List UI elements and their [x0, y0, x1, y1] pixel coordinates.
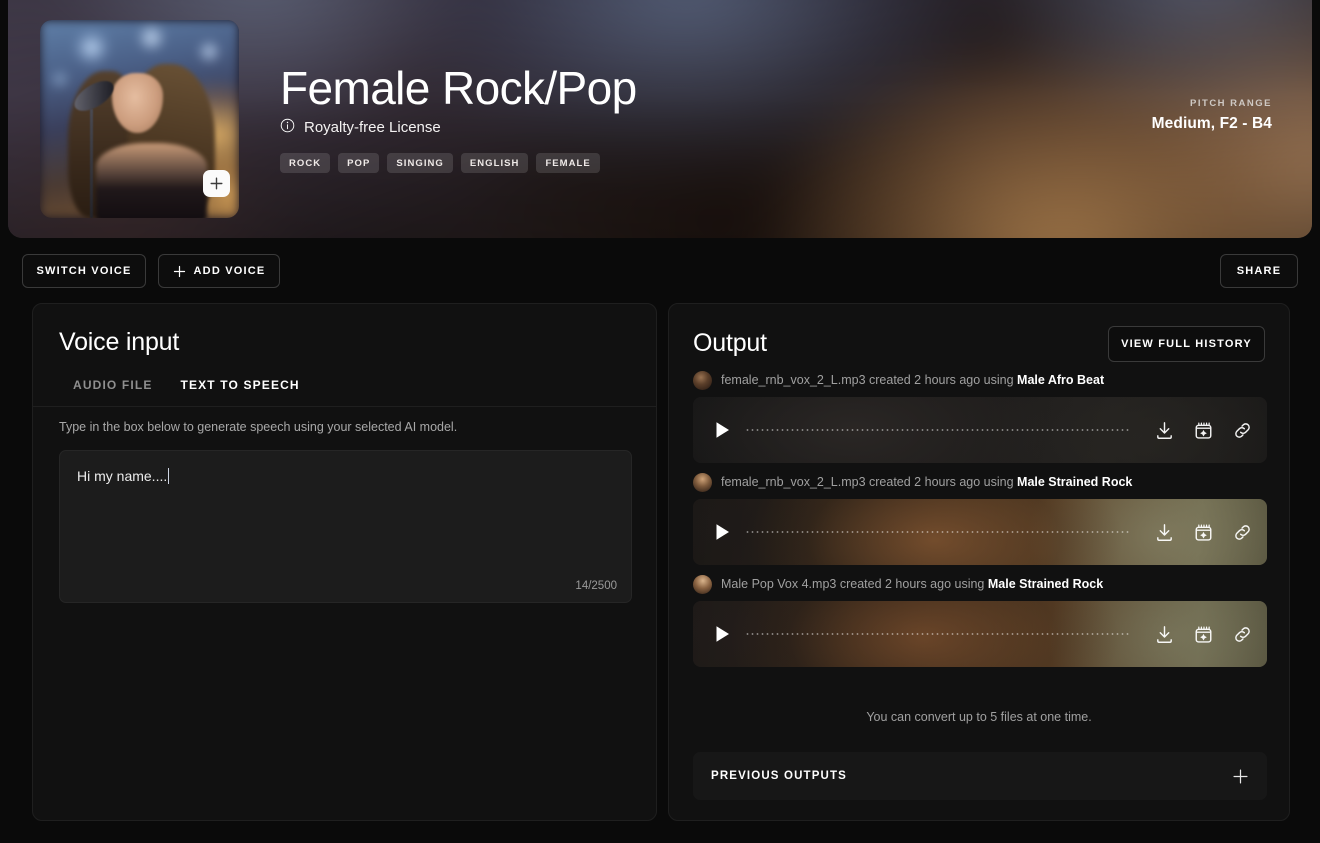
player-action-icons: [1154, 420, 1253, 441]
audio-player: [693, 601, 1267, 667]
output-item-meta: Male Pop Vox 4.mp3 created 2 hours ago u…: [693, 574, 1267, 594]
link-icon[interactable]: [1232, 522, 1253, 543]
avatar: [693, 574, 712, 594]
output-item-list: female_rnb_vox_2_L.mp3 created 2 hours a…: [693, 370, 1267, 676]
audio-player: [693, 397, 1267, 463]
voice-tag[interactable]: SINGING: [387, 153, 453, 173]
app-root: Female Rock/Pop Royalty-free License ROC…: [0, 0, 1320, 843]
info-circle-icon: [280, 118, 295, 137]
voice-tag[interactable]: FEMALE: [536, 153, 600, 173]
license-badge[interactable]: Royalty-free License: [280, 118, 441, 137]
tab-text-to-speech[interactable]: TEXT TO SPEECH: [166, 368, 314, 407]
output-item: female_rnb_vox_2_L.mp3 created 2 hours a…: [693, 472, 1267, 565]
share-button[interactable]: SHARE: [1220, 254, 1298, 288]
player-action-icons: [1154, 522, 1253, 543]
plus-icon[interactable]: [203, 170, 230, 197]
download-icon[interactable]: [1154, 624, 1175, 645]
output-item-meta: female_rnb_vox_2_L.mp3 created 2 hours a…: [693, 370, 1267, 390]
audio-progress-track[interactable]: [745, 633, 1130, 635]
previous-outputs-label: PREVIOUS OUTPUTS: [711, 770, 847, 782]
view-full-history-button[interactable]: VIEW FULL HISTORY: [1108, 326, 1265, 362]
output-limit-note: You can convert up to 5 files at one tim…: [866, 710, 1092, 724]
avatar: [693, 472, 712, 492]
pitch-range-value: Medium, F2 - B4: [1151, 115, 1272, 132]
audio-player: [693, 499, 1267, 565]
add-voice-button[interactable]: ADD VOICE: [158, 254, 280, 288]
play-icon[interactable]: [715, 625, 731, 643]
character-count: 14/2500: [575, 580, 617, 592]
pitch-range-block: PITCH RANGE Medium, F2 - B4: [1152, 98, 1272, 133]
avatar: [693, 370, 712, 390]
tab-audio-file[interactable]: AUDIO FILE: [59, 368, 167, 407]
audio-progress-track[interactable]: [745, 531, 1130, 533]
play-icon[interactable]: [715, 523, 731, 541]
pitch-range-label: PITCH RANGE: [1190, 98, 1272, 109]
output-item: Male Pop Vox 4.mp3 created 2 hours ago u…: [693, 574, 1267, 667]
output-title: Output: [693, 329, 767, 357]
voice-tag[interactable]: ROCK: [280, 153, 331, 173]
voice-tag[interactable]: POP: [338, 153, 380, 173]
output-panel: Output VIEW FULL HISTORY female_rnb_vox_…: [668, 303, 1290, 821]
license-label: Royalty-free License: [304, 119, 441, 136]
sparkle-box-icon[interactable]: [1193, 522, 1214, 543]
voice-tag-list: ROCK POP SINGING ENGLISH FEMALE: [280, 153, 600, 173]
voice-input-title: Voice input: [59, 328, 180, 356]
previous-outputs-accordion[interactable]: PREVIOUS OUTPUTS: [693, 752, 1267, 800]
voice-tag[interactable]: ENGLISH: [460, 153, 529, 173]
voice-thumbnail[interactable]: [40, 20, 239, 218]
link-icon[interactable]: [1232, 624, 1253, 645]
view-full-history-label: VIEW FULL HISTORY: [1121, 338, 1252, 350]
audio-progress-track[interactable]: [745, 429, 1130, 431]
voice-hero-header: Female Rock/Pop Royalty-free License ROC…: [8, 0, 1312, 238]
output-item-description: female_rnb_vox_2_L.mp3 created 2 hours a…: [721, 373, 1105, 387]
switch-voice-button[interactable]: SWITCH VOICE: [22, 254, 146, 288]
download-icon[interactable]: [1154, 420, 1175, 441]
plus-icon[interactable]: [1232, 768, 1249, 785]
sparkle-box-icon[interactable]: [1193, 420, 1214, 441]
play-icon[interactable]: [715, 421, 731, 439]
link-icon[interactable]: [1232, 420, 1253, 441]
page-title: Female Rock/Pop: [280, 62, 637, 114]
text-caret: [168, 468, 170, 484]
player-action-icons: [1154, 624, 1253, 645]
output-item-description: female_rnb_vox_2_L.mp3 created 2 hours a…: [721, 475, 1133, 489]
output-item-description: Male Pop Vox 4.mp3 created 2 hours ago u…: [721, 577, 1104, 591]
switch-voice-label: SWITCH VOICE: [36, 265, 132, 277]
text-to-speech-input[interactable]: Hi my name.... 14/2500: [59, 450, 632, 603]
voice-action-bar: SWITCH VOICE ADD VOICE SHARE: [0, 254, 1320, 288]
text-to-speech-value: Hi my name....: [77, 468, 170, 484]
voice-input-panel: Voice input AUDIO FILE TEXT TO SPEECH Ty…: [32, 303, 657, 821]
voice-input-tabs: AUDIO FILE TEXT TO SPEECH: [59, 368, 314, 407]
share-label: SHARE: [1236, 265, 1282, 277]
voice-input-hint: Type in the box below to generate speech…: [59, 420, 458, 434]
sparkle-box-icon[interactable]: [1193, 624, 1214, 645]
output-item: female_rnb_vox_2_L.mp3 created 2 hours a…: [693, 370, 1267, 463]
plus-icon: [173, 265, 186, 278]
add-voice-label: ADD VOICE: [193, 265, 266, 277]
download-icon[interactable]: [1154, 522, 1175, 543]
output-item-meta: female_rnb_vox_2_L.mp3 created 2 hours a…: [693, 472, 1267, 492]
tabs-divider: [33, 406, 656, 407]
